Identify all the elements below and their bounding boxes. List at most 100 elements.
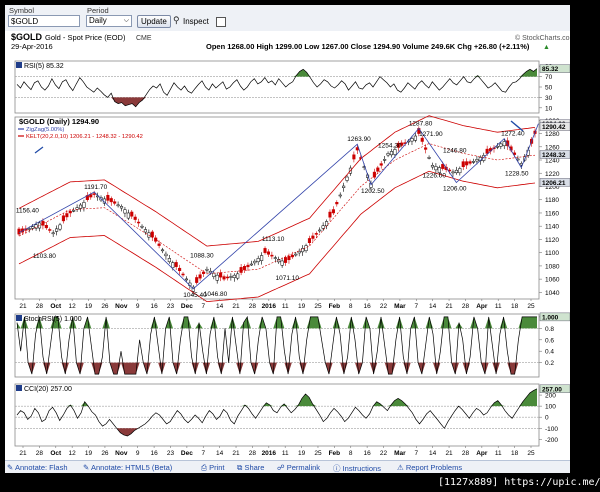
x-tick-label: 25 xyxy=(314,303,322,310)
y-tick-label: 0 xyxy=(545,415,549,422)
price-candle-body xyxy=(430,165,435,168)
watermark-url: [1127x889] https://upic.me/ xyxy=(438,477,600,488)
x-tick-label: 25 xyxy=(527,450,535,457)
price-candle-body xyxy=(116,204,120,207)
warning-icon: ⚠ xyxy=(397,463,406,472)
price-candle-body xyxy=(68,210,72,214)
price-candle-body xyxy=(266,251,271,255)
price-candle-body xyxy=(109,198,113,203)
price-candle-body xyxy=(376,167,380,172)
price-candle-body xyxy=(242,265,247,270)
period-select[interactable]: Daily ⌵ xyxy=(86,15,132,27)
legend-entry: ZigZag(5.00%) xyxy=(26,127,64,133)
price-candle-body xyxy=(434,166,438,171)
help-icon: ⓘ xyxy=(333,464,343,473)
symbol-title: $GOLD xyxy=(11,32,43,42)
x-tick-label: 21 xyxy=(445,450,453,457)
price-candle-body xyxy=(143,229,147,233)
printer-icon: ⎙ xyxy=(201,463,210,472)
x-tick-label: Oct xyxy=(50,450,62,457)
price-candle-body xyxy=(178,267,182,272)
chart-app: Symbol $GOLD Period Daily ⌵ Update ⚲ Insp… xyxy=(5,5,570,473)
price-candle-body xyxy=(420,137,424,142)
search-icon: ⚲ xyxy=(173,15,180,25)
price-candle-body xyxy=(287,256,291,261)
zigzag-annotation: 1228.50 xyxy=(505,171,529,178)
ohlc-quote: Open 1268.00 High 1299.00 Low 1267.00 Cl… xyxy=(206,42,530,51)
x-tick-label: 26 xyxy=(101,450,109,457)
print-link[interactable]: ⎙ Print xyxy=(201,463,225,473)
y-tick-label: 1280 xyxy=(545,131,560,138)
x-tick-label: 28 xyxy=(36,450,44,457)
x-tick-label: 19 xyxy=(298,303,306,310)
link-icon: ☍ xyxy=(277,463,287,472)
x-tick-label: 8 xyxy=(349,303,353,310)
y-tick-label: 1060 xyxy=(545,277,560,284)
price-candle-body xyxy=(270,254,274,257)
x-tick-label: 22 xyxy=(380,450,388,457)
x-tick-label: Dec xyxy=(181,450,193,457)
zigzag-annotation: 1271.90 xyxy=(419,131,443,138)
price-candle-body xyxy=(130,211,134,217)
x-tick-label: 14 xyxy=(216,303,224,310)
x-tick-label: 19 xyxy=(298,450,306,457)
report-problems-link[interactable]: ⚠ Report Problems xyxy=(397,463,462,472)
toolbar: Symbol $GOLD Period Daily ⌵ Update ⚲ Insp… xyxy=(5,5,570,31)
y-tick-label: -200 xyxy=(545,437,558,444)
zigzag-annotation: 1191.70 xyxy=(84,184,107,191)
price-candle-body xyxy=(126,212,130,219)
price-candle-body xyxy=(137,221,141,224)
zigzag-annotation: 1287.80 xyxy=(409,120,433,127)
x-tick-label: 18 xyxy=(511,450,519,457)
price-candle-body xyxy=(413,135,417,141)
instructions-link[interactable]: ⓘ Instructions xyxy=(333,463,381,473)
x-tick-label: 12 xyxy=(69,303,77,310)
price-candle-body xyxy=(468,161,472,164)
update-button[interactable]: Update xyxy=(137,15,171,28)
price-candle-body xyxy=(119,206,124,209)
price-candle-body xyxy=(219,272,223,278)
pencil-icon: ✎ xyxy=(7,463,15,472)
x-tick-label: Feb xyxy=(329,303,341,310)
zigzag-annotation: 1263.90 xyxy=(347,136,371,143)
price-candle-body xyxy=(82,202,86,208)
screenshot-frame: Symbol $GOLD Period Daily ⌵ Update ⚲ Insp… xyxy=(0,0,600,492)
x-tick-label: 28 xyxy=(249,303,257,310)
x-tick-label: Mar xyxy=(394,303,406,310)
quote-date: 29-Apr-2016 xyxy=(11,42,53,51)
x-tick-label: 18 xyxy=(511,303,519,310)
price-candle-body xyxy=(294,253,298,256)
price-candle-body xyxy=(236,273,240,279)
share-link[interactable]: ⧉ Share xyxy=(237,463,264,473)
x-tick-label: 14 xyxy=(429,303,437,310)
x-tick-label: 23 xyxy=(167,450,175,457)
price-candle-body xyxy=(345,176,349,181)
price-candle-body xyxy=(495,146,499,148)
price-candle-body xyxy=(260,255,264,261)
price-candle-body xyxy=(314,233,318,235)
x-tick-label: 21 xyxy=(445,303,453,310)
inspect-label: Inspect xyxy=(183,17,209,26)
x-tick-label: 16 xyxy=(364,450,372,457)
price-candle-body xyxy=(342,185,346,188)
annotate-html5-link[interactable]: ✎ Annotate: HTML5 (Beta) xyxy=(83,463,172,472)
annotate-flash-link[interactable]: ✎ Annotate: Flash xyxy=(7,463,68,472)
x-tick-label: 23 xyxy=(167,303,175,310)
y-tick-label: 1260 xyxy=(545,144,560,151)
price-candle-body xyxy=(164,253,168,257)
up-arrow-icon: ▲ xyxy=(543,44,550,51)
price-candle-body xyxy=(133,216,137,220)
price-candle-body xyxy=(222,276,226,280)
price-candle-body xyxy=(232,274,236,279)
inspect-checkbox[interactable] xyxy=(216,17,226,27)
permalink-link[interactable]: ☍ Permalink xyxy=(277,463,320,472)
price-candle-body xyxy=(225,276,230,279)
x-tick-label: 21 xyxy=(232,450,240,457)
x-tick-label: 26 xyxy=(101,303,109,310)
share-label: Share xyxy=(244,463,265,472)
symbol-input[interactable]: $GOLD xyxy=(8,15,80,27)
price-candle-body xyxy=(205,268,209,271)
chart-canvas: $GOLD Gold - Spot Price (EOD) CME © Stoc… xyxy=(11,32,570,457)
price-candle-body xyxy=(379,163,383,166)
price-candle-body xyxy=(458,168,462,174)
